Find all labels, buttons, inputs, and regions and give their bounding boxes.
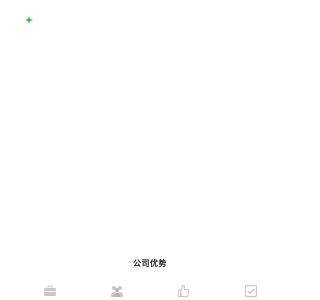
- checkbox-icon: [244, 284, 258, 298]
- logo-icon: [24, 10, 34, 24]
- team-icon: [110, 284, 124, 298]
- briefcase-icon: [43, 284, 57, 298]
- section-title: 公司优势: [133, 259, 167, 268]
- thumbs-up-icon: [177, 284, 191, 298]
- advantage-icons-row: [0, 284, 300, 300]
- page: 公司优势: [0, 0, 300, 300]
